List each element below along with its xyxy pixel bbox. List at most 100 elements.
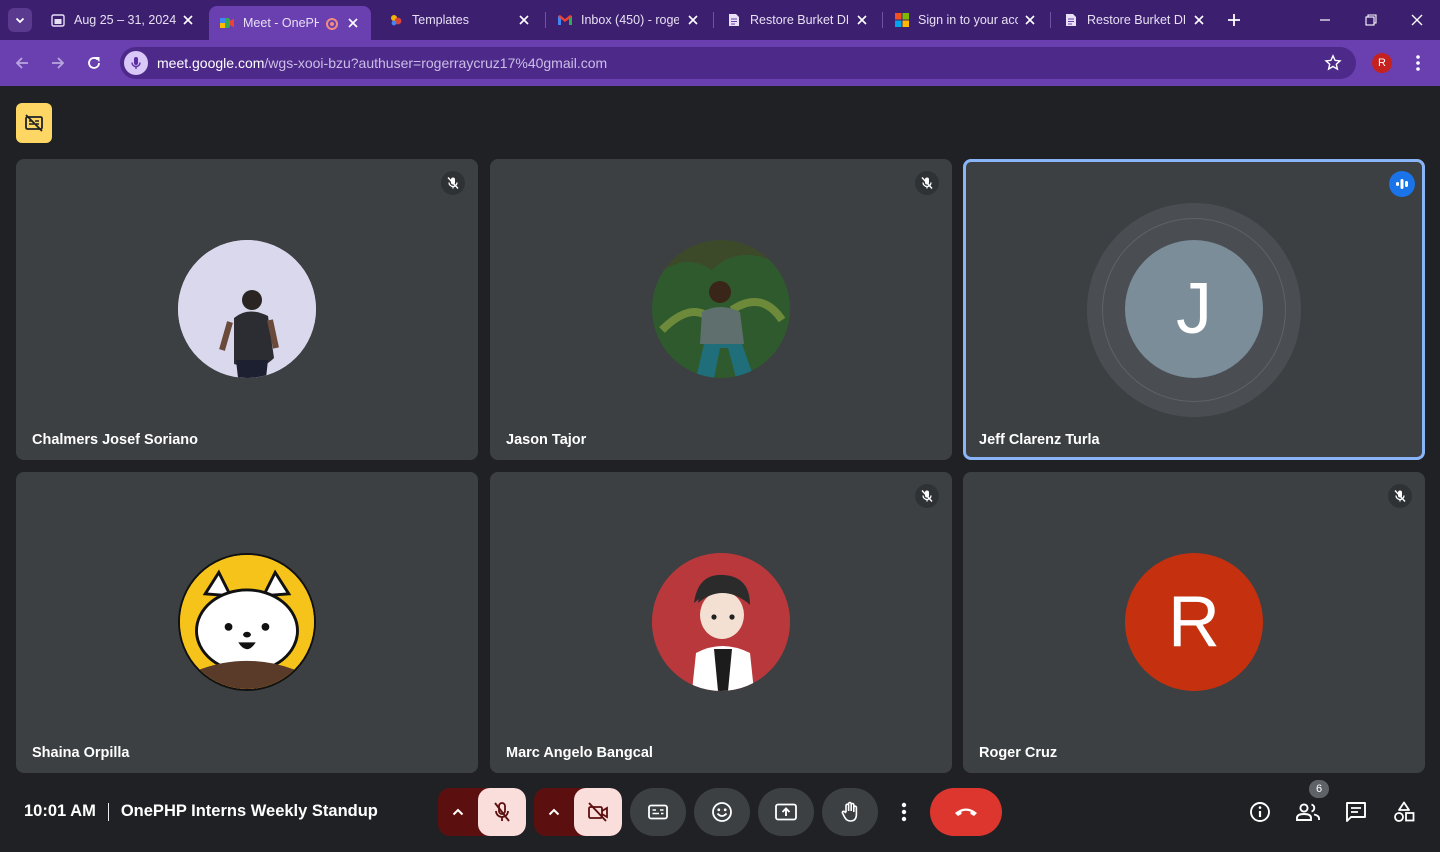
recording-icon — [326, 18, 338, 30]
participant-tile[interactable]: R Roger Cruz — [963, 472, 1425, 773]
people-button[interactable] — [1295, 800, 1321, 824]
close-icon[interactable] — [180, 12, 196, 28]
people-icon — [1296, 803, 1320, 821]
raise-hand-icon — [841, 801, 858, 822]
reactions-button[interactable] — [694, 788, 750, 836]
participant-tile-active-speaker[interactable]: J Jeff Clarenz Turla — [963, 159, 1425, 460]
microsoft-icon — [894, 12, 910, 28]
reload-icon — [88, 57, 100, 69]
close-icon[interactable] — [345, 15, 361, 31]
minimize-button[interactable] — [1313, 8, 1337, 32]
avatar-initial: R — [1168, 582, 1220, 662]
close-icon[interactable] — [854, 12, 870, 28]
avatar-initial: J — [1176, 269, 1212, 349]
restore-button[interactable] — [1359, 8, 1383, 32]
tab-title: Restore Burket DB — [750, 13, 848, 27]
plus-icon — [1228, 14, 1240, 26]
gmail-icon — [557, 12, 573, 28]
emoji-icon — [712, 802, 732, 822]
forward-button[interactable] — [46, 51, 70, 75]
participant-tile[interactable]: Marc Angelo Bangcal — [490, 472, 952, 773]
participant-name: Roger Cruz — [979, 745, 1058, 761]
tab-templates[interactable]: Templates — [378, 6, 542, 34]
activities-button[interactable] — [1391, 800, 1417, 824]
audio-options-button[interactable] — [438, 788, 478, 836]
participant-avatar: R — [1125, 553, 1263, 691]
participant-tile[interactable]: Jason Tajor — [490, 159, 952, 460]
toggle-microphone-button[interactable] — [478, 788, 526, 836]
back-button[interactable] — [10, 51, 34, 75]
participant-count-badge: 6 — [1309, 780, 1329, 798]
present-screen-button[interactable] — [758, 788, 814, 836]
profile-avatar[interactable]: R — [1372, 53, 1392, 73]
chat-button[interactable] — [1343, 800, 1369, 824]
tab-title: Meet - OnePH — [243, 16, 319, 30]
speaking-indicator-icon — [1389, 171, 1415, 197]
participant-name: Jeff Clarenz Turla — [979, 432, 1100, 448]
tab-title: Aug 25 – 31, 2024 — [74, 13, 177, 27]
divider — [107, 802, 109, 821]
meeting-details-button[interactable] — [1247, 800, 1273, 824]
more-vert-icon — [1416, 55, 1420, 71]
tab-gmail[interactable]: Inbox (450) - roger — [547, 6, 711, 34]
participant-name: Marc Angelo Bangcal — [506, 745, 653, 761]
participant-tile[interactable]: Chalmers Josef Soriano — [16, 159, 478, 460]
tab-docs-1[interactable]: Restore Burket DB — [716, 6, 880, 34]
participant-tile[interactable]: Shaina Orpilla — [16, 472, 478, 773]
tab-microsoft-signin[interactable]: Sign in to your acc — [884, 6, 1048, 34]
reload-button[interactable] — [82, 51, 106, 75]
activities-icon — [1394, 801, 1415, 822]
docs-icon — [1063, 12, 1079, 28]
close-icon — [1411, 14, 1423, 26]
microphone-permission-icon[interactable] — [124, 51, 148, 75]
videocam-off-icon — [588, 802, 608, 822]
video-options-button[interactable] — [534, 788, 574, 836]
closed-captions-off-icon — [25, 114, 43, 132]
restore-icon — [1365, 14, 1377, 26]
browser-menu-button[interactable] — [1408, 52, 1428, 74]
tab-strip: Aug 25 – 31, 2024 Meet - OnePH Templates… — [0, 0, 1440, 40]
meeting-info: 10:01 AM OnePHP Interns Weekly Standup — [24, 802, 378, 821]
participant-avatar: J — [1125, 240, 1263, 378]
tab-docs-2[interactable]: Restore Burket DB — [1053, 6, 1217, 34]
new-tab-button[interactable] — [1222, 8, 1246, 32]
close-icon[interactable] — [516, 12, 532, 28]
participant-avatar — [178, 553, 316, 691]
recording-indicator[interactable] — [16, 103, 52, 143]
close-icon[interactable] — [1022, 12, 1038, 28]
present-to-all-icon — [775, 803, 797, 821]
mic-muted-icon — [1388, 484, 1412, 508]
participant-name: Jason Tajor — [506, 432, 587, 448]
calendar-icon — [50, 12, 66, 28]
tab-title: Restore Burket DB — [1087, 13, 1185, 27]
close-icon[interactable] — [1191, 12, 1207, 28]
tab-calendar[interactable]: Aug 25 – 31, 2024 — [40, 6, 206, 34]
tab-title: Inbox (450) - roger — [581, 13, 679, 27]
leave-call-button[interactable] — [930, 788, 1002, 836]
tab-divider — [882, 12, 883, 28]
mic-muted-icon — [915, 171, 939, 195]
url-text: meet.google.com/wgs-xooi-bzu?authuser=ro… — [157, 55, 607, 71]
more-options-button[interactable] — [892, 788, 916, 836]
mic-muted-icon — [441, 171, 465, 195]
browser-toolbar: meet.google.com/wgs-xooi-bzu?authuser=ro… — [0, 40, 1440, 86]
tab-search-button[interactable] — [8, 8, 32, 32]
participant-name: Chalmers Josef Soriano — [32, 432, 198, 448]
current-time: 10:01 AM — [24, 802, 96, 820]
chat-icon — [1346, 802, 1366, 822]
close-icon[interactable] — [685, 12, 701, 28]
raise-hand-button[interactable] — [822, 788, 878, 836]
tab-meet[interactable]: Meet - OnePH — [209, 6, 371, 40]
chevron-up-icon — [548, 808, 560, 816]
toggle-camera-button[interactable] — [574, 788, 622, 836]
tab-divider — [545, 12, 546, 28]
tab-divider — [713, 12, 714, 28]
close-window-button[interactable] — [1405, 8, 1429, 32]
address-bar[interactable]: meet.google.com/wgs-xooi-bzu?authuser=ro… — [120, 47, 1356, 79]
captions-button[interactable] — [630, 788, 686, 836]
bookmark-star-icon[interactable] — [1324, 54, 1342, 72]
participant-avatar — [652, 553, 790, 691]
chevron-down-icon — [15, 17, 25, 24]
tab-divider — [1050, 12, 1051, 28]
tab-title: Templates — [412, 13, 469, 27]
